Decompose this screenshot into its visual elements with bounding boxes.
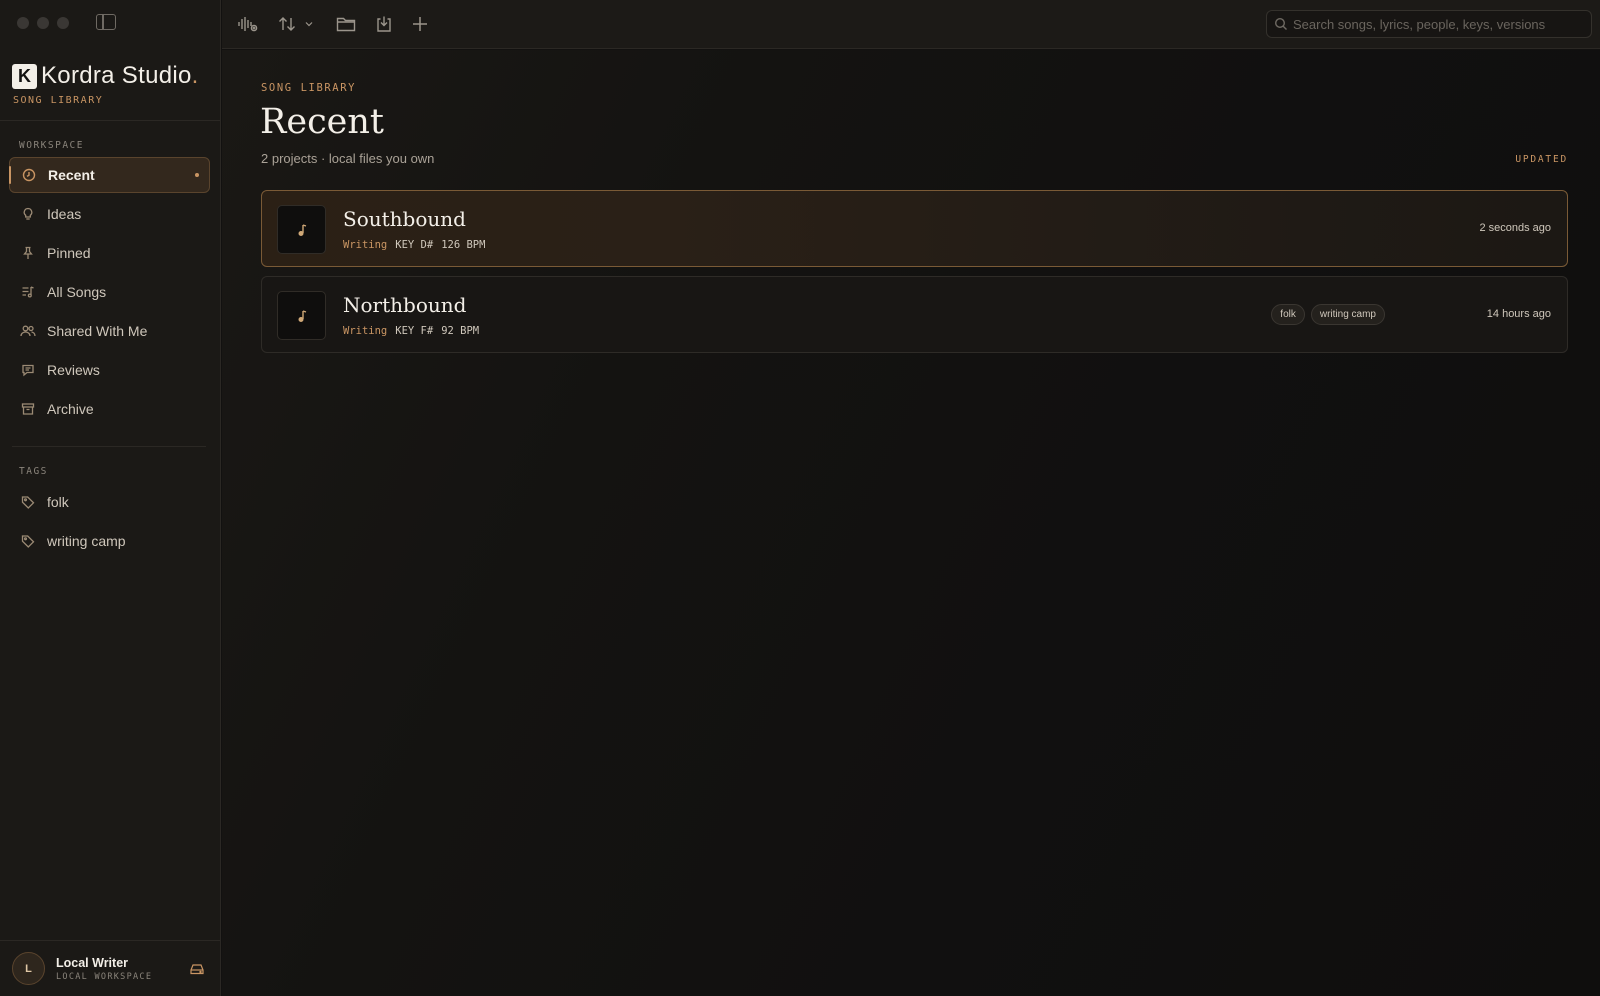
workspace-section-label: WORKSPACE bbox=[19, 140, 84, 151]
updated-column-label: UPDATED bbox=[1515, 154, 1568, 165]
brand-name: Kordra Studio bbox=[41, 62, 192, 89]
song-updated-time: 2 seconds ago bbox=[1479, 222, 1551, 234]
archive-icon bbox=[20, 401, 36, 417]
sidebar-tag-label: writing camp bbox=[47, 533, 126, 549]
brand-subtitle: SONG LIBRARY bbox=[13, 95, 104, 106]
toolbar bbox=[222, 0, 1600, 49]
song-status: Writing bbox=[343, 239, 388, 251]
sidebar-item-label: Pinned bbox=[47, 245, 91, 261]
sidebar-tag-label: folk bbox=[47, 494, 69, 510]
user-profile[interactable]: L Local Writer LOCAL WORKSPACE bbox=[0, 940, 220, 996]
page-title: Recent bbox=[260, 102, 384, 142]
lightbulb-icon bbox=[20, 206, 36, 222]
sidebar-toggle-icon[interactable] bbox=[96, 14, 116, 30]
pin-icon bbox=[20, 245, 36, 261]
music-note-icon bbox=[277, 205, 326, 254]
divider bbox=[12, 446, 206, 447]
tags-nav: folk writing camp bbox=[9, 484, 210, 562]
tags-section-label: TAGS bbox=[19, 466, 48, 477]
brand: K Kordra Studio. bbox=[12, 62, 198, 90]
sidebar-tag-writing-camp[interactable]: writing camp bbox=[9, 523, 210, 559]
avatar: L bbox=[12, 952, 45, 985]
song-key: KEY F# bbox=[395, 325, 434, 337]
user-name: Local Writer bbox=[56, 955, 129, 970]
active-indicator-dot bbox=[195, 173, 199, 177]
folder-icon[interactable] bbox=[334, 12, 358, 36]
song-bpm: 92 BPM bbox=[441, 325, 480, 337]
song-bpm: 126 BPM bbox=[441, 239, 486, 251]
tag-chip-folk[interactable]: folk bbox=[1271, 304, 1305, 325]
sidebar-item-label: Archive bbox=[47, 401, 94, 417]
search-bar bbox=[1266, 10, 1592, 38]
users-icon bbox=[20, 323, 36, 339]
tag-icon bbox=[20, 533, 36, 549]
main-content: SONG LIBRARY Recent 2 projects · local f… bbox=[222, 50, 1600, 996]
song-card-southbound[interactable]: Southbound Writing KEY D# 126 BPM 2 seco… bbox=[261, 190, 1568, 267]
song-title: Southbound bbox=[343, 207, 466, 231]
sidebar-item-label: Shared With Me bbox=[47, 323, 148, 339]
music-list-icon bbox=[20, 284, 36, 300]
search-icon bbox=[1274, 17, 1288, 31]
user-workspace-label: LOCAL WORKSPACE bbox=[56, 971, 153, 982]
sidebar-item-reviews[interactable]: Reviews bbox=[9, 352, 210, 388]
sort-icon[interactable] bbox=[276, 12, 316, 36]
close-window-button[interactable] bbox=[17, 17, 29, 29]
sidebar-item-archive[interactable]: Archive bbox=[9, 391, 210, 427]
tag-chip-writing-camp[interactable]: writing camp bbox=[1310, 304, 1385, 325]
drive-icon[interactable] bbox=[190, 962, 204, 975]
sidebar-item-pinned[interactable]: Pinned bbox=[9, 235, 210, 271]
page-eyebrow: SONG LIBRARY bbox=[261, 82, 357, 94]
song-meta: Writing KEY F# 92 BPM bbox=[343, 325, 479, 337]
tag-icon bbox=[20, 494, 36, 510]
search-input[interactable] bbox=[1293, 16, 1591, 32]
sidebar-item-ideas[interactable]: Ideas bbox=[9, 196, 210, 232]
zoom-window-button[interactable] bbox=[57, 17, 69, 29]
song-key: KEY D# bbox=[395, 239, 434, 251]
brand-logo: K bbox=[12, 63, 37, 89]
sidebar-item-label: Ideas bbox=[47, 206, 82, 222]
song-meta: Writing KEY D# 126 BPM bbox=[343, 239, 485, 251]
minimize-window-button[interactable] bbox=[37, 17, 49, 29]
divider bbox=[0, 120, 220, 121]
song-updated-time: 14 hours ago bbox=[1486, 308, 1551, 320]
sidebar-item-label: Recent bbox=[48, 167, 95, 183]
page-subtitle: 2 projects · local files you own bbox=[261, 151, 435, 166]
comment-icon bbox=[20, 362, 36, 378]
sidebar-item-all-songs[interactable]: All Songs bbox=[9, 274, 210, 310]
sidebar-item-label: Reviews bbox=[47, 362, 100, 378]
song-tags: folk writing camp bbox=[1271, 304, 1385, 325]
audio-waveform-icon[interactable] bbox=[236, 12, 260, 36]
import-icon[interactable] bbox=[372, 12, 396, 36]
song-status: Writing bbox=[343, 325, 388, 337]
sidebar-item-recent[interactable]: Recent bbox=[9, 157, 210, 193]
brand-dot: . bbox=[191, 62, 199, 89]
sidebar-item-shared-with-me[interactable]: Shared With Me bbox=[9, 313, 210, 349]
music-note-icon bbox=[277, 291, 326, 340]
sidebar-tag-folk[interactable]: folk bbox=[9, 484, 210, 520]
clock-icon bbox=[21, 167, 37, 183]
workspace-nav: Recent Ideas Pinned All Songs Shared Wit… bbox=[9, 157, 210, 430]
song-title: Northbound bbox=[343, 293, 467, 317]
sidebar-item-label: All Songs bbox=[47, 284, 107, 300]
add-icon[interactable] bbox=[408, 12, 432, 36]
window-controls bbox=[17, 17, 69, 29]
sidebar: K Kordra Studio. SONG LIBRARY WORKSPACE … bbox=[0, 0, 221, 996]
song-card-northbound[interactable]: Northbound Writing KEY F# 92 BPM folk wr… bbox=[261, 276, 1568, 353]
